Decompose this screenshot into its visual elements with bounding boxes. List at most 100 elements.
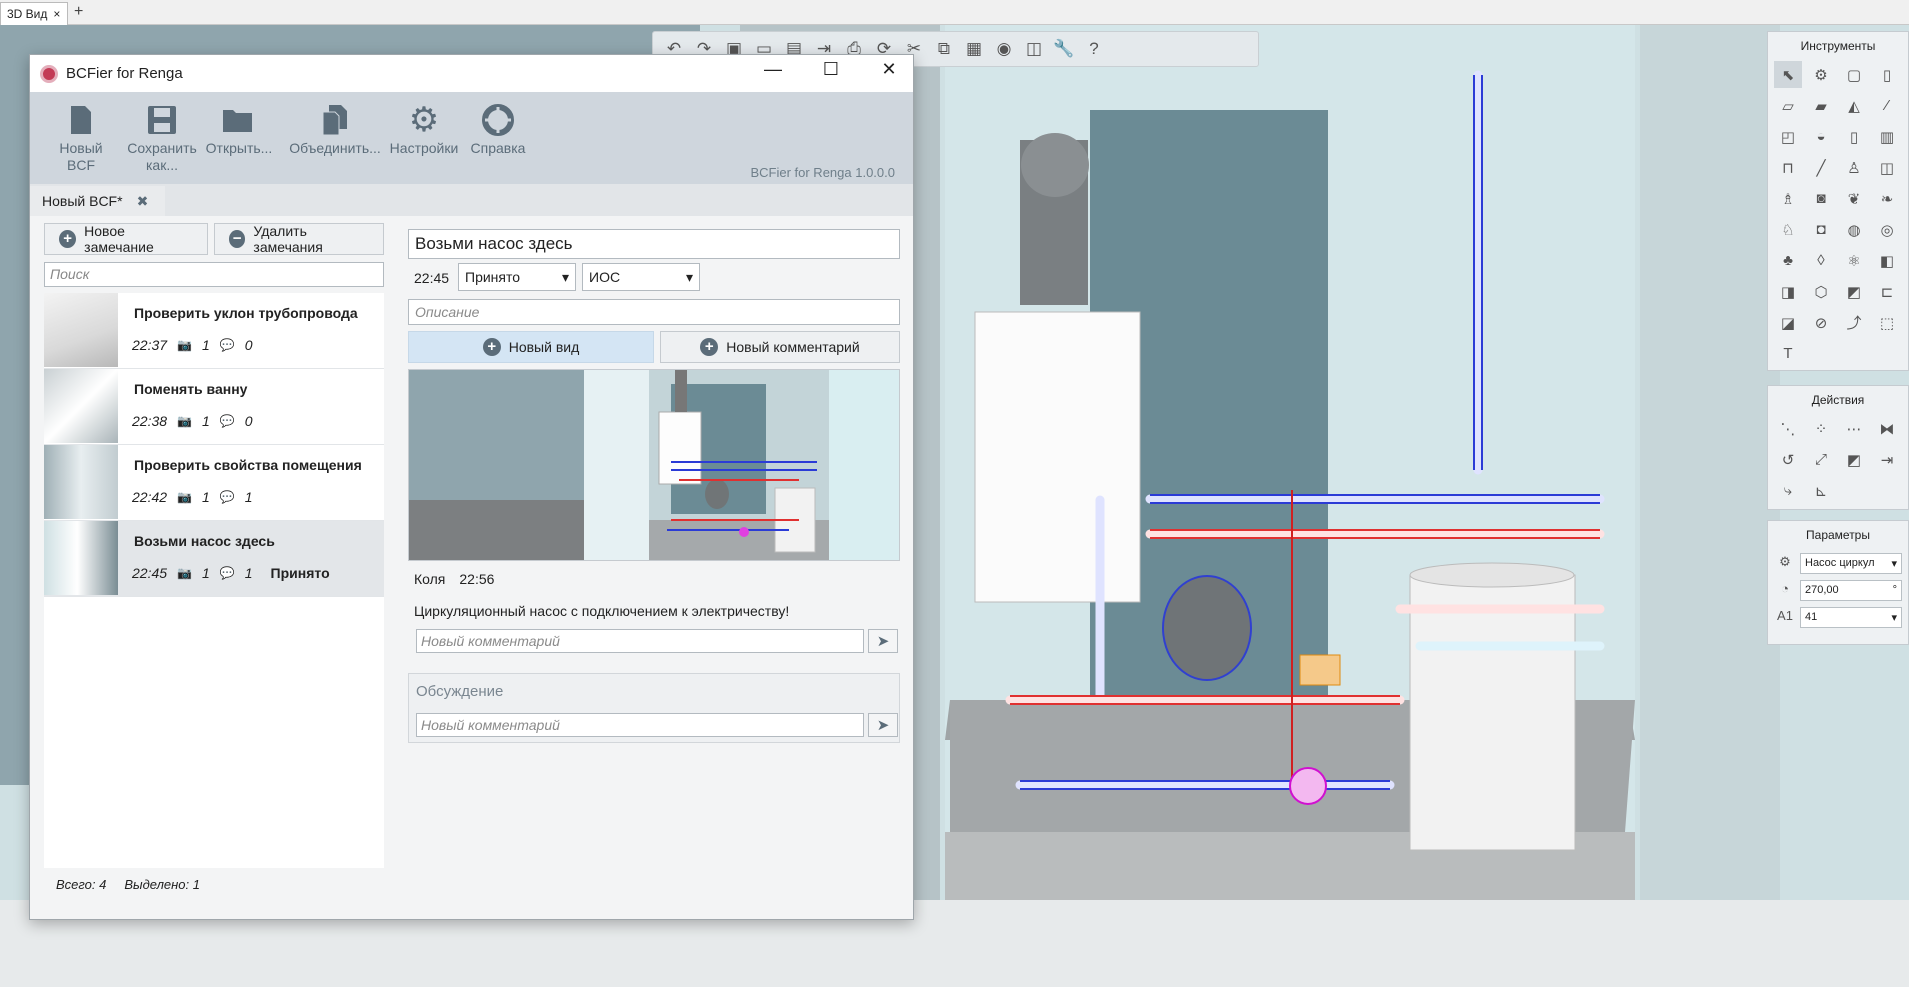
help-button[interactable]: Справка [466,100,530,157]
issue-item[interactable]: Поменять ванну 22:38 📷 1 💬 0 [44,369,384,445]
tool-icon[interactable]: ⊓ [1774,154,1802,181]
send-discussion-button[interactable]: ➤ [868,713,898,737]
tab-new-bcf[interactable]: Новый BCF* ✖ [30,186,165,216]
text-tool-icon[interactable]: T [1774,340,1802,367]
action-icon[interactable]: ◩ [1840,446,1868,473]
layers-icon[interactable]: ◫ [1021,37,1047,61]
action-icon[interactable]: ⇥ [1873,446,1901,473]
tool-icon[interactable]: ▢ [1840,61,1868,88]
type-select[interactable]: Насос циркул ▾ [1800,553,1902,574]
paste-icon[interactable]: ▦ [961,37,987,61]
tool-icon[interactable]: ◎ [1873,216,1901,243]
action-icon[interactable]: ⋯ [1840,415,1868,442]
tool-icon[interactable]: ▯ [1873,61,1901,88]
comment-icon: 💬 [219,338,235,352]
tool-icon[interactable]: ◪ [1774,309,1802,336]
tool-icon[interactable]: ▱ [1774,92,1802,119]
send-comment-button[interactable]: ➤ [868,629,898,653]
tool-icon[interactable]: ⤴ [1840,309,1868,336]
tool-icon[interactable]: ♙ [1840,154,1868,181]
tool-icon[interactable]: ⊏ [1873,278,1901,305]
action-icon[interactable]: ⊾ [1807,477,1835,504]
type-value: Насос циркул [1805,557,1875,569]
tool-icon[interactable]: ◍ [1840,216,1868,243]
discussion-comment-input[interactable]: Новый комментарий [416,713,864,737]
tool-icon[interactable]: ◒ [1807,123,1835,150]
action-icon[interactable]: ⤢ [1807,446,1835,473]
open-button[interactable]: Открыть... [204,100,274,157]
reply-comment-input[interactable]: Новый комментарий [416,629,864,653]
new-issue-button[interactable]: + Новое замечание [44,223,208,255]
select-tool-icon[interactable]: ⬉ [1774,61,1802,88]
rotate-icon[interactable]: ↺ [1774,446,1802,473]
minus-icon: − [229,230,246,248]
minimize-button[interactable]: — [757,59,789,80]
close-button[interactable]: ✕ [873,59,905,80]
tool-icon[interactable]: ◙ [1807,185,1835,212]
tool-icon[interactable]: ◫ [1873,154,1901,181]
renga-icon[interactable]: ◉ [991,37,1017,61]
action-icon[interactable]: ⋱ [1774,415,1802,442]
wrench-icon[interactable]: 🔧 [1051,37,1077,61]
topic-title-input[interactable]: Возьми насос здесь [408,229,900,259]
tool-icon[interactable]: ♘ [1774,216,1802,243]
type-value: ИОС [589,269,621,285]
merge-label: Объединить... [289,140,381,156]
tab-3d-view[interactable]: 3D Вид × [0,2,68,25]
search-input[interactable]: Поиск [44,262,384,287]
tool-icon[interactable]: ⚙ [1807,61,1835,88]
tool-icon[interactable]: ▯ [1840,123,1868,150]
delete-issues-button[interactable]: − Удалить замечания [214,223,384,255]
tool-icon[interactable]: ◩ [1840,278,1868,305]
issue-time: 22:38 [132,413,168,429]
new-view-button[interactable]: + Новый вид [408,331,654,363]
description-input[interactable]: Описание [408,299,900,325]
tool-icon[interactable]: ╱ [1807,154,1835,181]
tool-icon[interactable]: ⬡ [1807,278,1835,305]
settings-button[interactable]: ⚙ Настройки [388,100,460,157]
comment-time: 22:56 [459,571,495,587]
help-icon[interactable]: ? [1081,37,1107,61]
merge-button[interactable]: Объединить... [288,100,382,157]
close-icon[interactable]: × [53,7,60,21]
tool-icon[interactable]: ◊ [1807,247,1835,274]
viewpoint-snapshot[interactable] [408,369,900,561]
issue-comments-count: 1 [244,565,253,581]
new-bcf-button[interactable]: Новый BCF [44,100,118,174]
new-comment-button[interactable]: + Новый комментарий [660,331,900,363]
copy-icon[interactable]: ⧉ [931,37,957,61]
tool-icon[interactable]: ◭ [1840,92,1868,119]
issue-item[interactable]: Проверить уклон трубопровода 22:37 📷 1 💬… [44,293,384,369]
actions-title: Действия [1811,393,1865,407]
tool-icon[interactable]: ▥ [1873,123,1901,150]
mirror-icon[interactable]: ⧓ [1873,415,1901,442]
tool-icon[interactable]: ❦ [1840,185,1868,212]
maximize-button[interactable]: ☐ [815,59,847,80]
tool-icon[interactable]: ♣ [1774,247,1802,274]
version-label: BCFier for Renga 1.0.0.0 [750,165,895,180]
tool-icon[interactable]: ◘ [1807,216,1835,243]
tool-icon[interactable]: ◰ [1774,123,1802,150]
action-icon[interactable]: ⤷ [1774,477,1802,504]
tool-icon[interactable]: ❧ [1873,185,1901,212]
level-select[interactable]: 41 ▾ [1800,607,1902,628]
tool-icon[interactable]: ◧ [1873,247,1901,274]
issue-views-count: 1 [202,337,210,353]
tool-icon[interactable]: ▰ [1807,92,1835,119]
action-icon[interactable]: ⁘ [1807,415,1835,442]
tool-icon[interactable]: ◨ [1774,278,1802,305]
tool-icon[interactable]: ⊘ [1807,309,1835,336]
issue-status: Принято [270,565,330,581]
tool-icon[interactable]: ⬚ [1873,309,1901,336]
status-select[interactable]: Принято ▾ [458,263,576,291]
tool-icon[interactable]: ⁄ [1873,92,1901,119]
tool-icon[interactable]: ⚛ [1840,247,1868,274]
issue-item[interactable]: Проверить свойства помещения 22:42 📷 1 💬… [44,445,384,521]
save-as-button[interactable]: Сохранить как... [126,100,198,174]
add-tab-icon[interactable]: + [74,3,83,21]
angle-input[interactable]: 270,00 ° [1800,580,1902,601]
issue-item-selected[interactable]: Возьми насос здесь 22:45 📷 1 💬 1 Принято [44,521,384,597]
tool-icon[interactable]: ♗ [1774,185,1802,212]
type-select[interactable]: ИОС ▾ [582,263,700,291]
close-tab-icon[interactable]: ✖ [137,193,149,209]
